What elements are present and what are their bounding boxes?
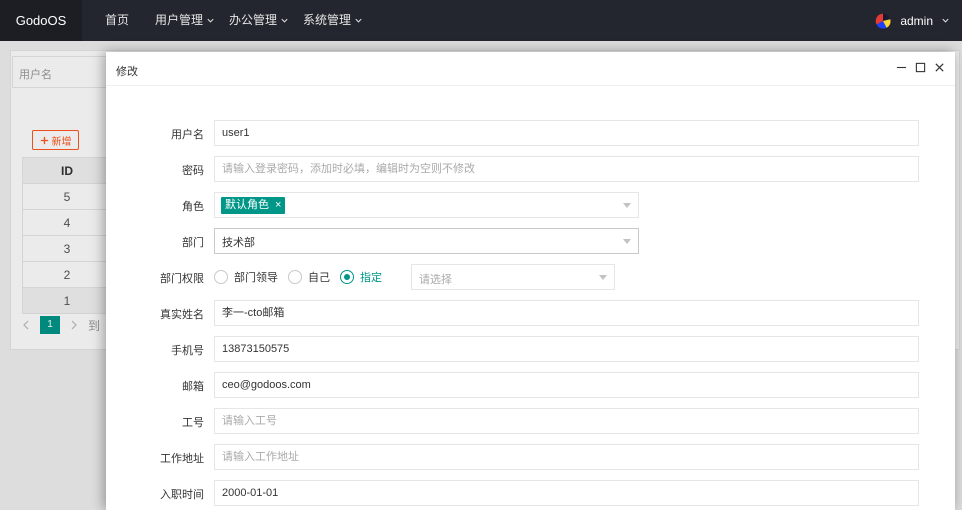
- username-input[interactable]: user1: [214, 120, 919, 146]
- form-row-job-no: 工号 请输入工号: [106, 408, 955, 434]
- role-multiselect[interactable]: 默认角色 ×: [214, 192, 639, 218]
- radio-dept-leader-label: 部门领导: [234, 272, 278, 284]
- work-address-input[interactable]: 请输入工作地址: [214, 444, 919, 470]
- radio-self-label: 自己: [308, 272, 330, 284]
- form-row-role: 角色 默认角色 ×: [106, 192, 955, 218]
- brand-logo[interactable]: GodoOS: [0, 0, 82, 41]
- minimize-icon[interactable]: [896, 62, 907, 73]
- modal-title: 修改: [116, 66, 138, 78]
- dept-scope-select[interactable]: 请选择: [411, 264, 615, 290]
- maximize-icon[interactable]: [915, 62, 926, 73]
- caret-down-icon: [599, 275, 607, 280]
- form-row-realname: 真实姓名 李一-cto邮箱: [106, 300, 955, 326]
- radio-specified[interactable]: 指定: [340, 269, 382, 285]
- radio-checked-icon: [340, 270, 354, 284]
- realname-input[interactable]: 李一-cto邮箱: [214, 300, 919, 326]
- radio-specified-label: 指定: [360, 272, 382, 284]
- username-label: admin: [900, 13, 933, 28]
- form-row-phone: 手机号 13873150575: [106, 336, 955, 362]
- role-tag[interactable]: 默认角色 ×: [221, 197, 286, 214]
- radio-dept-leader[interactable]: 部门领导: [214, 269, 278, 285]
- join-date-input[interactable]: 2000-01-01: [214, 480, 919, 506]
- password-label: 密码: [182, 165, 204, 177]
- dept-scope-select-placeholder: 请选择: [419, 274, 452, 286]
- nav-system-management[interactable]: 系统管理: [296, 0, 370, 41]
- top-navbar: GodoOS 首页 用户管理 办公管理 系统管理 admin: [0, 0, 962, 41]
- modal-header: 修改: [106, 52, 955, 86]
- nav-user-management-label: 用户管理: [155, 13, 204, 27]
- nav-office-management-label: 办公管理: [229, 13, 278, 27]
- radio-circle-icon: [214, 270, 228, 284]
- nav-home[interactable]: 首页: [92, 0, 142, 41]
- email-input[interactable]: ceo@godoos.com: [214, 372, 919, 398]
- role-tag-label: 默认角色: [225, 199, 269, 211]
- form-row-join-date: 入职时间 2000-01-01: [106, 480, 955, 506]
- join-date-label: 入职时间: [160, 489, 204, 501]
- caret-down-icon: [623, 239, 631, 244]
- nav-office-management[interactable]: 办公管理: [222, 0, 296, 41]
- user-menu[interactable]: admin: [874, 0, 950, 41]
- chevron-down-icon: [942, 18, 949, 23]
- edit-user-modal: 修改 用户名 user1 密码 请输入登录密码，添加时必填，编辑时为空则不修改 …: [106, 52, 955, 510]
- dept-select[interactable]: 技术部: [214, 228, 639, 254]
- avatar: [876, 13, 891, 29]
- radio-circle-icon: [288, 270, 302, 284]
- form-row-dept: 部门 技术部: [106, 228, 955, 254]
- main-nav: 首页 用户管理 办公管理 系统管理: [92, 0, 370, 41]
- nav-system-management-label: 系统管理: [303, 13, 352, 27]
- nav-user-management[interactable]: 用户管理: [148, 0, 222, 41]
- dept-label: 部门: [182, 237, 204, 249]
- password-input[interactable]: 请输入登录密码，添加时必填，编辑时为空则不修改: [214, 156, 919, 182]
- email-label: 邮箱: [182, 381, 204, 393]
- form-row-work-address: 工作地址 请输入工作地址: [106, 444, 955, 470]
- dept-scope-radio-group: 部门领导 自己 指定: [214, 264, 392, 290]
- nav-home-label: 首页: [105, 13, 130, 27]
- work-address-label: 工作地址: [160, 453, 204, 465]
- dept-scope-label: 部门权限: [160, 273, 204, 285]
- username-label: 用户名: [171, 129, 204, 141]
- role-label: 角色: [182, 201, 204, 213]
- modal-controls: [896, 62, 945, 73]
- phone-label: 手机号: [171, 345, 204, 357]
- close-icon[interactable]: ×: [275, 197, 281, 214]
- realname-label: 真实姓名: [160, 309, 204, 321]
- form-row-username: 用户名 user1: [106, 120, 955, 146]
- form-row-password: 密码 请输入登录密码，添加时必填，编辑时为空则不修改: [106, 156, 955, 182]
- chevron-down-icon: [355, 18, 362, 23]
- radio-self[interactable]: 自己: [288, 269, 330, 285]
- form-row-dept-scope: 部门权限 部门领导 自己 指定 请选择: [106, 264, 955, 290]
- close-icon[interactable]: [934, 62, 945, 73]
- caret-down-icon: [623, 203, 631, 208]
- form-row-email: 邮箱 ceo@godoos.com: [106, 372, 955, 398]
- dept-select-value: 技术部: [222, 237, 255, 249]
- phone-input[interactable]: 13873150575: [214, 336, 919, 362]
- chevron-down-icon: [207, 18, 214, 23]
- chevron-down-icon: [281, 18, 288, 23]
- job-no-input[interactable]: 请输入工号: [214, 408, 919, 434]
- job-no-label: 工号: [182, 417, 204, 429]
